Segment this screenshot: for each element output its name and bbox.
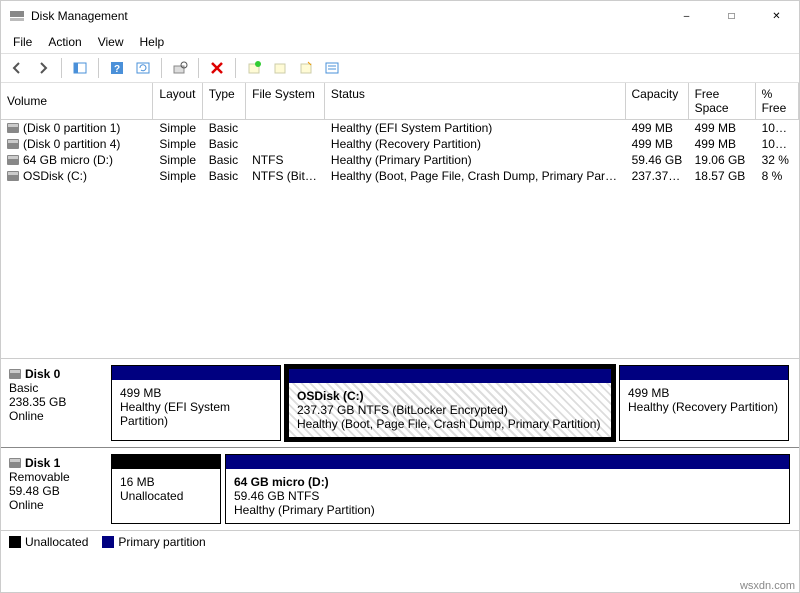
minimize-button[interactable]: – (664, 1, 709, 31)
maximize-button[interactable]: □ (709, 1, 754, 31)
footer-text: wsxdn.com (740, 580, 795, 592)
volume-name: 64 GB micro (D:) (23, 153, 113, 167)
app-icon (9, 8, 25, 24)
new-volume-button[interactable] (242, 56, 266, 80)
disk-management-window: Disk Management – □ ✕ File Action View H… (0, 0, 800, 593)
volume-name: (Disk 0 partition 4) (23, 137, 120, 151)
titlebar: Disk Management – □ ✕ (1, 1, 799, 31)
partition-band (620, 366, 788, 380)
window-title: Disk Management (31, 9, 664, 23)
legend-unallocated: Unallocated (9, 535, 88, 549)
unallocated-region[interactable]: 16 MBUnallocated (111, 454, 221, 524)
partition-band (289, 369, 611, 383)
column-headers: Volume Layout Type File System Status Ca… (1, 83, 799, 120)
rescan-button[interactable] (168, 56, 192, 80)
legend-primary: Primary partition (102, 535, 205, 549)
col-percent[interactable]: % Free (756, 83, 799, 119)
volume-row[interactable]: (Disk 0 partition 1)SimpleBasicHealthy (… (1, 120, 799, 136)
forward-button[interactable] (31, 56, 55, 80)
col-status[interactable]: Status (325, 83, 626, 119)
volume-rows: (Disk 0 partition 1)SimpleBasicHealthy (… (1, 120, 799, 358)
partition-band (226, 455, 789, 469)
disk-icon (7, 123, 19, 133)
unallocated-swatch (9, 536, 21, 548)
disk-icon (9, 458, 21, 468)
volume-name: OSDisk (C:) (23, 169, 87, 183)
partition[interactable]: 499 MBHealthy (EFI System Partition) (111, 365, 281, 441)
disk-row: Disk 0Basic238.35 GBOnline499 MBHealthy … (1, 359, 799, 447)
disk-row: Disk 1Removable59.48 GBOnline16 MBUnallo… (1, 447, 799, 530)
action2-button[interactable] (294, 56, 318, 80)
menubar: File Action View Help (1, 31, 799, 53)
col-filesystem[interactable]: File System (246, 83, 325, 119)
col-capacity[interactable]: Capacity (626, 83, 689, 119)
col-layout[interactable]: Layout (153, 83, 202, 119)
volume-row[interactable]: OSDisk (C:)SimpleBasicNTFS (BitLo...Heal… (1, 168, 799, 184)
properties-button[interactable] (320, 56, 344, 80)
disk-icon (7, 171, 19, 181)
back-button[interactable] (5, 56, 29, 80)
separator (235, 58, 236, 78)
volume-row[interactable]: 64 GB micro (D:)SimpleBasicNTFSHealthy (… (1, 152, 799, 168)
disk-header[interactable]: Disk 1Removable59.48 GBOnline (1, 448, 111, 530)
help-button[interactable]: ? (105, 56, 129, 80)
menu-file[interactable]: File (5, 33, 40, 51)
refresh-button[interactable] (131, 56, 155, 80)
disk-icon (7, 155, 19, 165)
separator (61, 58, 62, 78)
show-hide-button[interactable] (68, 56, 92, 80)
close-button[interactable]: ✕ (754, 1, 799, 31)
disk-header[interactable]: Disk 0Basic238.35 GBOnline (1, 359, 111, 447)
separator (198, 58, 199, 78)
menu-action[interactable]: Action (40, 33, 89, 51)
toolbar: ? (1, 53, 799, 83)
action1-button[interactable] (268, 56, 292, 80)
menu-view[interactable]: View (90, 33, 132, 51)
disk-icon (9, 369, 21, 379)
volume-row[interactable]: (Disk 0 partition 4)SimpleBasicHealthy (… (1, 136, 799, 152)
col-free[interactable]: Free Space (689, 83, 756, 119)
separator (98, 58, 99, 78)
volume-name: (Disk 0 partition 1) (23, 121, 120, 135)
svg-text:?: ? (114, 64, 120, 75)
volume-list: Volume Layout Type File System Status Ca… (1, 83, 799, 359)
window-controls: – □ ✕ (664, 1, 799, 31)
menu-help[interactable]: Help (132, 33, 173, 51)
partition[interactable]: 499 MBHealthy (Recovery Partition) (619, 365, 789, 441)
delete-button[interactable] (205, 56, 229, 80)
partition-band (112, 455, 220, 469)
partition-band (112, 366, 280, 380)
separator (161, 58, 162, 78)
partition[interactable]: 64 GB micro (D:)59.46 GB NTFSHealthy (Pr… (225, 454, 790, 524)
primary-swatch (102, 536, 114, 548)
partition[interactable]: OSDisk (C:)237.37 GB NTFS (BitLocker Enc… (285, 365, 615, 441)
col-volume[interactable]: Volume (1, 83, 153, 119)
disk-graphic-pane: Disk 0Basic238.35 GBOnline499 MBHealthy … (1, 359, 799, 530)
col-type[interactable]: Type (203, 83, 246, 119)
legend: Unallocated Primary partition (1, 530, 799, 552)
disk-icon (7, 139, 19, 149)
